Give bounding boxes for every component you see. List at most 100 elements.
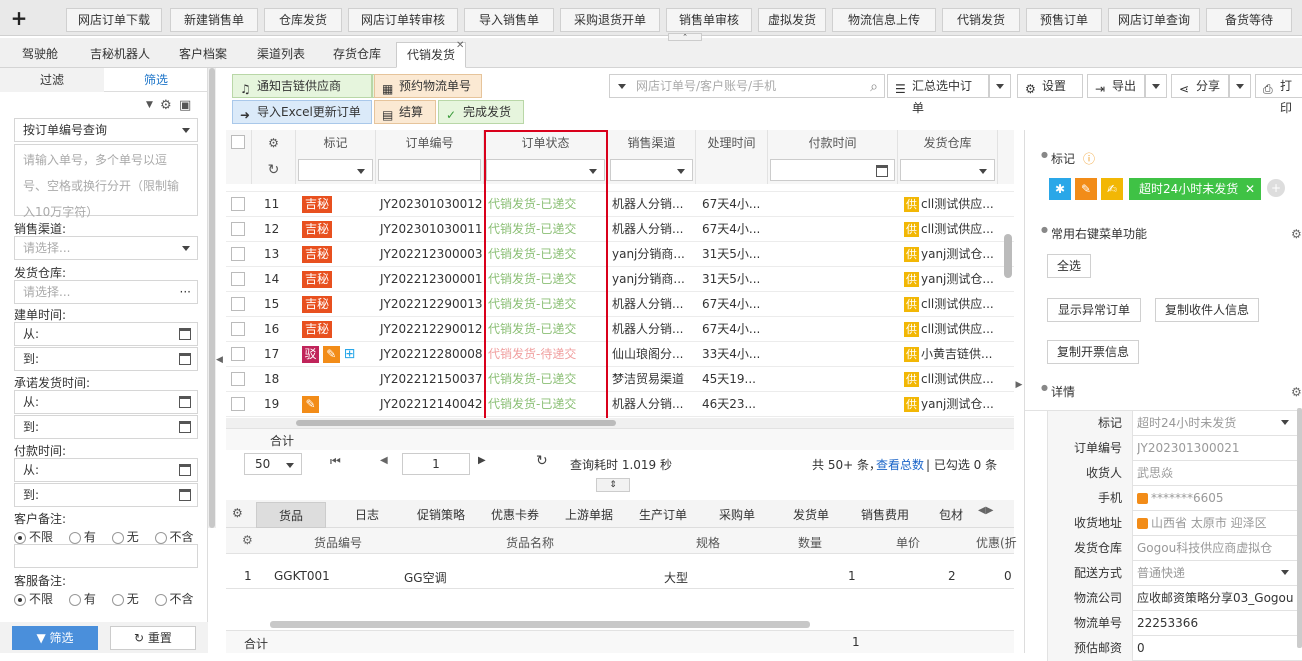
warehouse-select[interactable]: 请选择... ··· [14,280,198,304]
close-tab-icon[interactable]: ✕ [456,40,464,51]
chevron-down-icon[interactable] [618,84,626,89]
calendar-icon[interactable] [179,489,191,501]
refresh-icon[interactable]: ↻ [252,156,296,184]
tab-upstream[interactable]: 上游单据 [554,502,624,528]
table-row[interactable]: 17 驳 ✎ ⊞ JY202212280008 代销发货-待递交 仙山琅阁分... 33天… [226,342,1014,367]
calendar-icon[interactable] [179,328,191,340]
radio-none[interactable] [111,593,124,606]
note-icon[interactable]: ✍ [1101,178,1123,200]
radio-any[interactable] [14,531,26,544]
radio-any[interactable] [14,593,26,606]
table-row[interactable]: 15 吉秘 JY202212290013 代销发货-已递交 机器人分销... 67天4小.… [226,292,1014,317]
export-button[interactable]: ⇥ 导出 [1087,74,1145,98]
collapse-left-icon[interactable]: ◀ [216,355,224,375]
share-button[interactable]: ⋖ 分享 [1171,74,1229,98]
calendar-icon[interactable] [179,353,191,365]
row-checkbox[interactable] [231,247,245,261]
left-scrollbar[interactable] [208,68,216,528]
calendar-icon[interactable] [179,421,191,433]
tab-ship-note[interactable]: 发货单 [776,502,846,528]
row-checkbox[interactable] [231,222,245,236]
gear-icon[interactable]: ⚙ [242,533,253,547]
tab-sales-cost[interactable]: 销售费用 [850,502,920,528]
pay-from-input[interactable]: 从: [14,458,198,482]
tab-robot[interactable]: 吉秘机器人 [80,42,160,68]
print-button[interactable]: ⎙ 打印 [1255,74,1302,115]
goods-row[interactable]: 1 GGKT001 GG空调 大型 1 2 0 [226,563,1014,589]
header-mark[interactable]: 标记 [296,130,376,156]
table-row[interactable]: 13 吉秘 JY202212300003 代销发货-已递交 yanj分销商... 31天5… [226,242,1014,267]
splitter-handle[interactable]: ⇕ [596,478,630,492]
topnav-tab-warehouse-ship[interactable]: 仓库发货 [264,8,342,32]
grid-horizontal-scrollbar[interactable] [226,418,1014,428]
add-tab-button[interactable]: + [0,0,38,36]
row-checkbox[interactable] [231,297,245,311]
radio-has[interactable] [68,593,81,606]
select-all-button[interactable]: 全选 [1047,254,1091,278]
header-channel[interactable]: 销售渠道 [608,130,696,156]
calendar-icon[interactable] [876,165,888,177]
filter-mark-select[interactable] [298,159,373,181]
page-size-select[interactable]: 50 [244,453,302,475]
row-checkbox[interactable] [231,372,245,386]
tab-cockpit[interactable]: 驾驶舱 [10,42,70,68]
share-dropdown[interactable] [1229,74,1251,98]
sales-channel-select[interactable]: 请选择... [14,236,198,260]
next-page-icon[interactable]: ▶ [478,455,486,466]
detail-value[interactable]: 超时24小时未发货 [1137,411,1302,436]
goods-scrollbar[interactable] [270,621,810,628]
chevron-down-icon[interactable] [1281,570,1289,575]
row-checkbox[interactable] [231,397,245,411]
header-warehouse[interactable]: 发货仓库 [898,130,998,156]
created-to-input[interactable]: 到: [14,347,198,371]
detail-scrollbar[interactable] [1297,408,1302,648]
nav-toggle-icon[interactable]: ⌃ [668,33,702,41]
calendar-icon[interactable] [179,396,191,408]
filter-button[interactable]: ▼ 筛选 [12,626,98,650]
row-checkbox[interactable] [231,347,245,361]
calendar-icon[interactable] [179,464,191,476]
add-mark-icon[interactable]: + [1267,179,1285,197]
snowflake-icon[interactable]: ✱ [1049,178,1071,200]
page-input[interactable]: 1 [402,453,470,475]
refresh-icon[interactable]: ↻ [536,453,548,469]
gear-icon[interactable]: ⚙ [160,98,172,113]
notify-supplier-button[interactable]: ♫ 通知吉链供应商 [232,74,372,98]
wrench-icon[interactable]: ✎ [1075,178,1097,200]
show-abnormal-button[interactable]: 显示异常订单 [1047,298,1141,322]
export-dropdown[interactable] [1145,74,1167,98]
header-order-no[interactable]: 订单编号 [376,130,484,156]
more-icon[interactable]: ··· [180,281,191,303]
settings-button[interactable]: ⚙ 设置 [1017,74,1083,98]
import-excel-button[interactable]: ➜ 导入Excel更新订单 [232,100,372,124]
promise-from-input[interactable]: 从: [14,390,198,414]
detail-value[interactable]: 22253366 [1137,611,1302,636]
filter-warehouse-select[interactable] [900,159,995,181]
tab-channels[interactable]: 渠道列表 [246,42,316,68]
view-total-link[interactable]: 查看总数 [876,456,924,473]
goods-qty-header[interactable]: 数量 [798,534,822,551]
topnav-tab-purchase-return[interactable]: 采购退货开单 [560,8,660,32]
filter-channel-select[interactable] [610,159,693,181]
table-row[interactable]: 18 JY202212150037 代销发货-已递交 梦洁贸易渠道 45天19... 供 c… [226,367,1014,392]
tab-goods[interactable]: 货品 [256,502,326,528]
search-icon[interactable]: ⌕ [870,76,878,98]
save-icon[interactable]: ▣ [179,98,191,113]
created-from-input[interactable]: 从: [14,322,198,346]
first-page-icon[interactable]: ⏮ [330,454,341,469]
copy-invoice-button[interactable]: 复制开票信息 [1047,340,1139,364]
tab-filter[interactable]: 过滤 [0,68,104,92]
tab-purchase[interactable]: 采购单 [702,502,772,528]
copy-receiver-button[interactable]: 复制收件人信息 [1155,298,1259,322]
filter-order-input[interactable] [378,159,481,181]
topnav-tab-order-query[interactable]: 网店订单查询 [1108,8,1200,32]
table-row[interactable]: 14 吉秘 JY202212300001 代销发货-已递交 yanj分销商... 31天5… [226,267,1014,292]
row-checkbox[interactable] [231,272,245,286]
reset-button[interactable]: ↻ 重置 [110,626,196,650]
order-search-input[interactable]: 网店订单号/客户账号/手机 ⌕ [609,74,885,98]
mark-chip[interactable]: 超时24小时未发货 ✕ [1129,178,1261,200]
settle-button[interactable]: ▤ 结算 [374,100,436,124]
close-icon[interactable]: ✕ [1245,178,1255,200]
prev-page-icon[interactable]: ◀ [380,455,388,466]
table-row[interactable]: 16 吉秘 JY202212290012 代销发货-已递交 机器人分销... 67天4小.… [226,317,1014,342]
